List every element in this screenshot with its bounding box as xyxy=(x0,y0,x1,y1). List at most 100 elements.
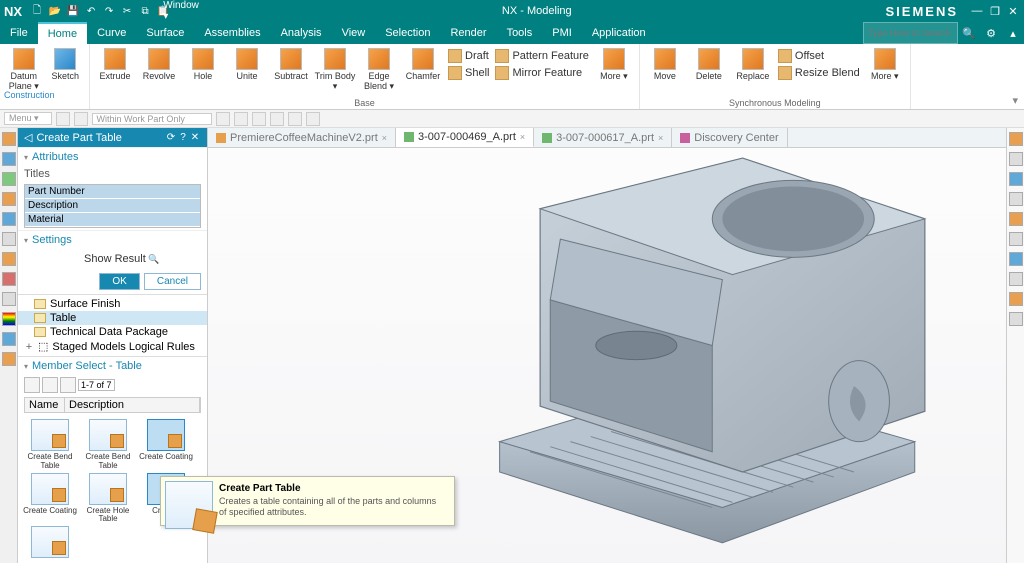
tb-icon-3[interactable] xyxy=(252,112,266,126)
work-part-filter[interactable]: Within Work Part Only xyxy=(92,113,212,125)
tb-icon-2[interactable] xyxy=(234,112,248,126)
card-create-bend-table-1[interactable]: Create Bend Table xyxy=(22,419,78,471)
assembly-navigator-icon[interactable] xyxy=(2,152,16,166)
rt-icon-8[interactable] xyxy=(1009,272,1023,286)
menu-analysis[interactable]: Analysis xyxy=(271,22,332,44)
search-members-icon[interactable] xyxy=(60,377,76,393)
rt-icon-6[interactable] xyxy=(1009,232,1023,246)
open-icon[interactable]: 📂 xyxy=(48,4,62,18)
cancel-button[interactable]: Cancel xyxy=(144,273,201,290)
attributes-section[interactable]: Attributes xyxy=(18,147,207,166)
rt-icon-9[interactable] xyxy=(1009,292,1023,306)
settings-icon[interactable]: ⚙ xyxy=(980,22,1002,44)
menu-assemblies[interactable]: Assemblies xyxy=(194,22,270,44)
tree-staged-models[interactable]: +⬚Staged Models Logical Rules xyxy=(18,339,207,354)
hd3d-icon[interactable] xyxy=(2,212,16,226)
datum-plane-button[interactable]: Datum Plane ▾ xyxy=(4,46,44,94)
menu-tools[interactable]: Tools xyxy=(497,22,543,44)
title-part-number[interactable]: Part Number xyxy=(25,185,200,199)
sketch-button[interactable]: Sketch xyxy=(46,46,86,84)
title-material[interactable]: Material xyxy=(25,213,200,227)
tab-close-icon[interactable]: × xyxy=(658,133,663,143)
delete-button[interactable]: Delete xyxy=(688,46,730,84)
new-icon[interactable]: 🗋 xyxy=(30,4,44,18)
tb-icon-4[interactable] xyxy=(270,112,284,126)
roles-icon[interactable] xyxy=(2,292,16,306)
menu-render[interactable]: Render xyxy=(440,22,496,44)
menu-selection[interactable]: Selection xyxy=(375,22,440,44)
view-mode-icon[interactable] xyxy=(24,377,40,393)
subtract-button[interactable]: Subtract xyxy=(270,46,312,84)
card-create-coating-2[interactable]: Create Coating xyxy=(22,473,78,525)
menu-dropdown[interactable]: Menu ▾ xyxy=(4,112,52,125)
tab-3-007-000617[interactable]: 3-007-000617_A.prt× xyxy=(534,128,672,147)
card-extra[interactable] xyxy=(22,526,78,560)
member-select-section[interactable]: Member Select - Table xyxy=(18,356,207,375)
close-button[interactable]: ✕ xyxy=(1006,5,1020,18)
resize-blend-button[interactable]: Resize Blend xyxy=(776,65,862,81)
cut-icon[interactable]: ✂ xyxy=(120,4,134,18)
minimize-button[interactable]: — xyxy=(970,5,984,17)
panel-reset-icon[interactable]: ⟳ xyxy=(165,132,177,143)
menu-view[interactable]: View xyxy=(332,22,376,44)
save-icon[interactable]: 💾 xyxy=(66,4,80,18)
window-menu[interactable]: Window ▾ xyxy=(174,4,188,18)
tab-premiere-coffee[interactable]: PremiereCoffeeMachineV2.prt× xyxy=(208,128,396,147)
search-icon[interactable]: 🔍 xyxy=(958,22,980,44)
model-3d-view[interactable] xyxy=(408,148,976,553)
show-result-link[interactable]: Show Result 🔍 xyxy=(24,253,159,265)
shell-button[interactable]: Shell xyxy=(446,65,491,81)
revolve-button[interactable]: Revolve xyxy=(138,46,180,84)
card-create-bend-table-2[interactable]: Create Bend Table xyxy=(80,419,136,471)
rt-icon-3[interactable] xyxy=(1009,172,1023,186)
replace-button[interactable]: Replace xyxy=(732,46,774,84)
tab-discovery-center[interactable]: Discovery Center xyxy=(672,128,787,147)
col-description[interactable]: Description xyxy=(65,398,200,412)
extrude-button[interactable]: Extrude xyxy=(94,46,136,84)
hole-button[interactable]: Hole xyxy=(182,46,224,84)
tree-technical-data[interactable]: Technical Data Package xyxy=(18,325,207,339)
tb-icon-1[interactable] xyxy=(216,112,230,126)
search-input[interactable] xyxy=(863,22,958,44)
unite-button[interactable]: Unite xyxy=(226,46,268,84)
menu-curve[interactable]: Curve xyxy=(87,22,136,44)
more-base-button[interactable]: More ▾ xyxy=(593,46,635,84)
titles-listbox[interactable]: Part Number Description Material xyxy=(24,184,201,228)
redo-icon[interactable]: ↷ xyxy=(102,4,116,18)
tb-icon-5[interactable] xyxy=(288,112,302,126)
more-sync-button[interactable]: More ▾ xyxy=(864,46,906,84)
rt-icon-5[interactable] xyxy=(1009,212,1023,226)
menu-home[interactable]: Home xyxy=(38,22,87,44)
menu-surface[interactable]: Surface xyxy=(136,22,194,44)
tab-close-icon[interactable]: × xyxy=(520,132,525,142)
col-name[interactable]: Name xyxy=(25,398,65,412)
tab-3-007-000469[interactable]: 3-007-000469_A.prt× xyxy=(396,128,534,147)
title-description[interactable]: Description xyxy=(25,199,200,213)
ok-button[interactable]: OK xyxy=(99,273,139,290)
edge-blend-button[interactable]: Edge Blend ▾ xyxy=(358,46,400,94)
rt-icon-2[interactable] xyxy=(1009,152,1023,166)
visual-icon[interactable] xyxy=(2,352,16,366)
rt-icon-7[interactable] xyxy=(1009,252,1023,266)
rt-icon-1[interactable] xyxy=(1009,132,1023,146)
panel-back-icon[interactable]: ◁ xyxy=(24,131,32,144)
constraint-navigator-icon[interactable] xyxy=(2,172,16,186)
part-navigator-icon[interactable] xyxy=(2,132,16,146)
reuse-library-icon[interactable] xyxy=(2,192,16,206)
menu-pmi[interactable]: PMI xyxy=(542,22,582,44)
copy-icon[interactable]: ⧉ xyxy=(138,4,152,18)
layer-icon[interactable] xyxy=(2,332,16,346)
panel-close-icon[interactable]: ✕ xyxy=(189,132,201,143)
restore-button[interactable]: ❐ xyxy=(988,5,1002,18)
panel-help-icon[interactable]: ? xyxy=(177,132,189,143)
offset-button[interactable]: Offset xyxy=(776,48,862,64)
menu-file[interactable]: File xyxy=(0,22,38,44)
settings-section[interactable]: Settings xyxy=(18,230,207,249)
history-icon[interactable] xyxy=(2,252,16,266)
undo-icon[interactable]: ↶ xyxy=(84,4,98,18)
move-button[interactable]: Move xyxy=(644,46,686,84)
rt-icon-10[interactable] xyxy=(1009,312,1023,326)
tree-table[interactable]: Table xyxy=(18,311,207,325)
chamfer-button[interactable]: Chamfer xyxy=(402,46,444,84)
collapse-ribbon-icon[interactable]: ▴ xyxy=(1002,22,1024,44)
